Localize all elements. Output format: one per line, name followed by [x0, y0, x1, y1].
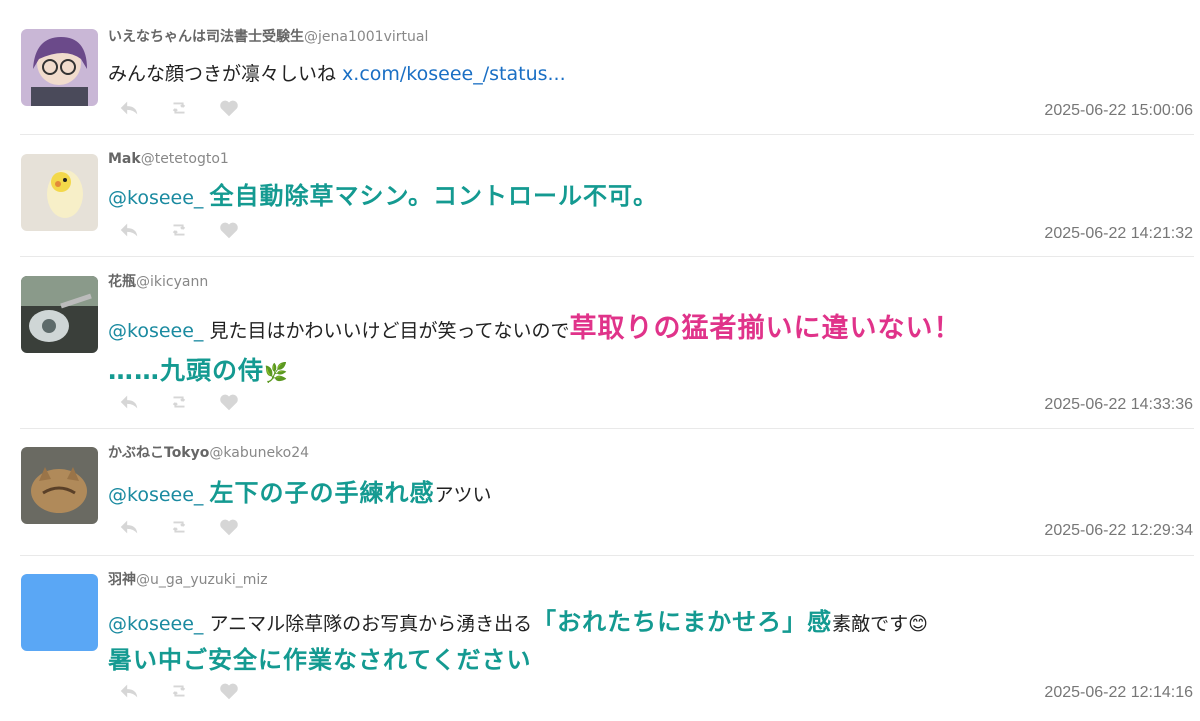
- user-name[interactable]: Mak: [108, 151, 141, 167]
- tweet-text: @koseee_ 見た目はかわいいけど目が笑ってないので草取りの猛者揃いに違いな…: [108, 309, 1188, 393]
- emphasis-text: 「おれたちにまかせろ」感: [532, 608, 833, 636]
- status-link[interactable]: x.com/koseee_/status...: [342, 63, 566, 85]
- like-icon[interactable]: [218, 97, 240, 119]
- like-icon[interactable]: [218, 391, 240, 413]
- mention-link[interactable]: @koseee_: [108, 613, 209, 635]
- retweet-icon[interactable]: [168, 219, 190, 241]
- tweet-meta: 羽神@u_ga_yuzuki_miz: [108, 571, 268, 589]
- emphasis-text: ……九頭の侍: [108, 356, 265, 385]
- reply-icon[interactable]: [118, 516, 140, 538]
- like-icon[interactable]: [218, 516, 240, 538]
- user-name[interactable]: いえなちゃんは司法書士受験生: [108, 29, 304, 45]
- timestamp[interactable]: 2025-06-22 12:29:34: [1044, 522, 1193, 540]
- reply-icon[interactable]: [118, 391, 140, 413]
- like-icon[interactable]: [218, 680, 240, 702]
- tweet-meta: 花瓶@ikicyann: [108, 273, 208, 291]
- text: みんな顔つきが凛々しいね: [108, 63, 343, 85]
- action-bar: [118, 679, 240, 703]
- like-icon[interactable]: [218, 219, 240, 241]
- avatar[interactable]: [21, 154, 98, 231]
- divider: [20, 428, 1194, 429]
- avatar[interactable]: [21, 447, 98, 524]
- avatar[interactable]: [21, 574, 98, 651]
- emphasis-text: 草取りの猛者揃いに違いない！: [569, 313, 962, 344]
- mention-link[interactable]: @koseee_: [108, 320, 209, 342]
- divider: [20, 555, 1194, 556]
- mention-link[interactable]: @koseee_: [108, 187, 209, 209]
- tweet-text: みんな顔つきが凛々しいね x.com/koseee_/status...: [108, 57, 1188, 91]
- user-handle[interactable]: @jena1001virtual: [304, 29, 428, 45]
- action-bar: [118, 515, 240, 539]
- retweet-icon[interactable]: [168, 97, 190, 119]
- reply-icon[interactable]: [118, 97, 140, 119]
- tweet-text: @koseee_ 全自動除草マシン。コントロール不可。: [108, 179, 1188, 215]
- user-name[interactable]: 羽神: [108, 572, 136, 588]
- retweet-icon[interactable]: [168, 391, 190, 413]
- avatar[interactable]: [21, 29, 98, 106]
- retweet-icon[interactable]: [168, 680, 190, 702]
- user-name[interactable]: かぶねこTokyo: [108, 445, 209, 461]
- user-name[interactable]: 花瓶: [108, 274, 136, 290]
- emphasis-text: 左下の子の手練れ感: [209, 479, 435, 507]
- reply-icon[interactable]: [118, 219, 140, 241]
- text: アニマル除草隊のお写真から湧き出る: [209, 613, 533, 635]
- tweet-text: @koseee_ 左下の子の手練れ感アツい: [108, 476, 1188, 512]
- action-bar: [118, 96, 240, 120]
- timestamp[interactable]: 2025-06-22 14:33:36: [1044, 396, 1193, 414]
- herb-emoji: 🌿: [264, 362, 288, 384]
- action-bar: [118, 390, 240, 414]
- action-bar: [118, 218, 240, 242]
- timestamp[interactable]: 2025-06-22 15:00:06: [1044, 102, 1193, 120]
- divider: [20, 256, 1194, 257]
- user-handle[interactable]: @tetetogto1: [141, 151, 229, 167]
- text: 素敵です: [832, 613, 909, 635]
- user-handle[interactable]: @ikicyann: [136, 274, 208, 290]
- timestamp[interactable]: 2025-06-22 14:21:32: [1044, 225, 1193, 243]
- mention-link[interactable]: @koseee_: [108, 484, 209, 506]
- divider: [20, 134, 1194, 135]
- retweet-icon[interactable]: [168, 516, 190, 538]
- tweet-text: @koseee_ アニマル除草隊のお写真から湧き出る「おれたちにまかせろ」感素敵…: [108, 604, 1188, 680]
- text: アツい: [434, 484, 492, 506]
- avatar[interactable]: [21, 276, 98, 353]
- emphasis-text: 暑い中ご安全に作業なされてください: [108, 646, 532, 674]
- smile-emoji: 😊: [908, 613, 928, 635]
- tweet-meta: いえなちゃんは司法書士受験生@jena1001virtual: [108, 28, 428, 46]
- text: 見た目はかわいいけど目が笑ってないので: [209, 320, 570, 342]
- tweet-meta: Mak@tetetogto1: [108, 150, 229, 168]
- tweet-meta: かぶねこTokyo@kabuneko24: [108, 444, 309, 462]
- reply-icon[interactable]: [118, 680, 140, 702]
- emphasis-text: 全自動除草マシン。コントロール不可。: [209, 182, 659, 210]
- user-handle[interactable]: @kabuneko24: [209, 445, 309, 461]
- timestamp[interactable]: 2025-06-22 12:14:16: [1044, 684, 1193, 702]
- user-handle[interactable]: @u_ga_yuzuki_miz: [136, 572, 268, 588]
